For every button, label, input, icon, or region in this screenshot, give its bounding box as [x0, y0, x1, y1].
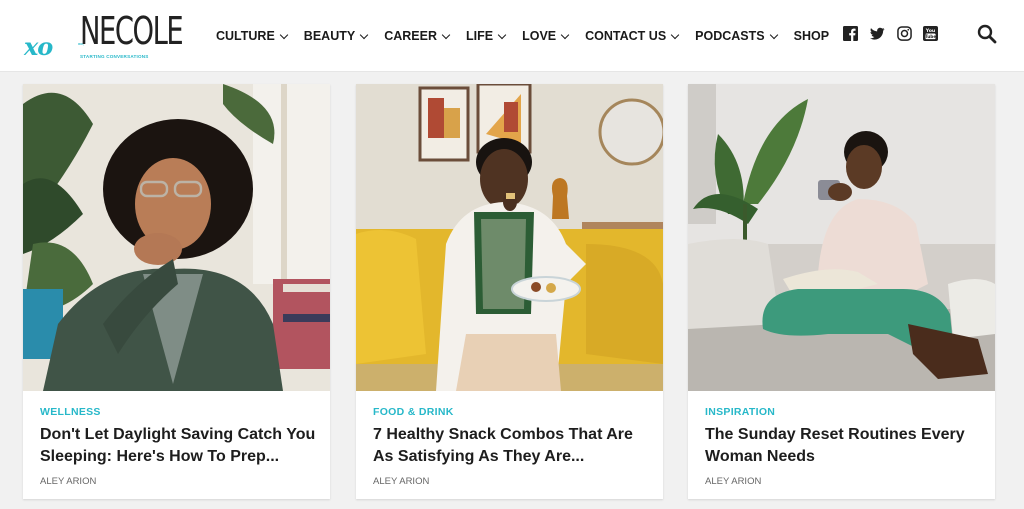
nav-label: SHOP [793, 29, 830, 43]
youtube-icon[interactable]: You Tube [923, 26, 938, 41]
article-author[interactable]: ALEY ARION [373, 476, 429, 487]
article-card-1[interactable]: WELLNESS Don't Let Daylight Saving Catch… [23, 84, 330, 499]
nav-item-podcasts[interactable]: PODCASTS [695, 27, 778, 45]
chevron-down-icon [441, 30, 451, 39]
nav-item-love[interactable]: LOVE [522, 27, 570, 45]
chevron-down-icon [359, 30, 369, 39]
article-category[interactable]: WELLNESS [40, 406, 101, 418]
facebook-icon[interactable] [843, 26, 858, 41]
search-icon[interactable] [977, 24, 997, 44]
nav-item-shop[interactable]: SHOP [794, 27, 829, 45]
article-author[interactable]: ALEY ARION [705, 476, 761, 487]
nav-label: BEAUTY [303, 29, 356, 43]
article-card-2[interactable]: FOOD & DRINK 7 Healthy Snack Combos That… [356, 84, 663, 499]
nav-label: CAREER [384, 29, 437, 43]
logo-small-mark: xo, [78, 41, 84, 46]
nav-label: CULTURE [216, 29, 275, 43]
nav-item-contact-us[interactable]: CONTACT US [585, 27, 680, 45]
article-category[interactable]: INSPIRATION [705, 406, 775, 418]
svg-text:Tube: Tube [925, 34, 937, 40]
logo-wordmark: NECOLE [80, 9, 184, 53]
main-nav: CULTURE BEAUTY CAREER LIFE LOVE CONTACT … [216, 27, 846, 45]
chevron-down-icon [560, 30, 570, 39]
article-title[interactable]: Don't Let Daylight Saving Catch You Slee… [40, 424, 320, 468]
chevron-down-icon [670, 30, 680, 39]
site-logo[interactable]: xo NECOLE xo, STARTING CONVERSATIONS [22, 8, 184, 64]
logo-xo-mark: xo [24, 32, 53, 61]
twitter-icon[interactable] [870, 26, 885, 41]
nav-item-culture[interactable]: CULTURE [216, 27, 289, 45]
nav-label: PODCASTS [695, 29, 765, 43]
article-author[interactable]: ALEY ARION [40, 476, 96, 487]
article-image-1[interactable] [23, 84, 330, 391]
article-title[interactable]: The Sunday Reset Routines Every Woman Ne… [705, 424, 985, 468]
nav-label: LIFE [466, 29, 494, 43]
site-header: xo NECOLE xo, STARTING CONVERSATIONS CUL… [0, 0, 1024, 72]
logo-tagline: STARTING CONVERSATIONS [80, 54, 149, 59]
nav-item-life[interactable]: LIFE [466, 27, 507, 45]
chevron-down-icon [769, 30, 778, 39]
nav-label: CONTACT US [585, 29, 667, 43]
instagram-icon[interactable] [897, 26, 912, 41]
svg-text:You: You [925, 28, 936, 34]
article-image-2[interactable] [356, 84, 663, 391]
nav-item-career[interactable]: CAREER [384, 27, 451, 45]
article-card-3[interactable]: INSPIRATION The Sunday Reset Routines Ev… [688, 84, 995, 499]
nav-item-beauty[interactable]: BEAUTY [303, 27, 369, 45]
chevron-down-icon [497, 30, 507, 39]
nav-label: LOVE [522, 29, 557, 43]
article-title[interactable]: 7 Healthy Snack Combos That Are As Satis… [373, 424, 653, 468]
article-category[interactable]: FOOD & DRINK [373, 406, 454, 418]
chevron-down-icon [279, 30, 289, 39]
article-image-3[interactable] [688, 84, 995, 391]
